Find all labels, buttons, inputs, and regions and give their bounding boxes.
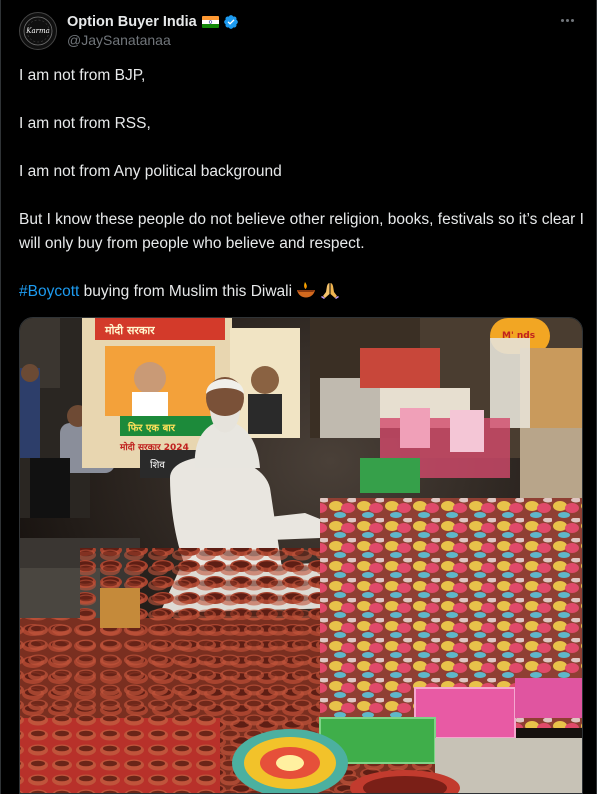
avatar-ring-icon	[23, 16, 53, 46]
tweet-header: Karma Option Buyer India @JaySanatanaa	[19, 12, 578, 52]
poster-text: शिव	[150, 459, 165, 471]
tweet-paragraph: I am not from BJP,	[19, 67, 146, 84]
author-avatar[interactable]: Karma	[19, 12, 57, 50]
folded-hands-icon	[321, 283, 340, 299]
tweet-paragraph: I am not from RSS,	[19, 115, 151, 132]
verified-badge-icon[interactable]	[223, 14, 239, 30]
diya-lamp-icon	[297, 282, 316, 298]
tweet-card: Karma Option Buyer India @JaySanatanaa I…	[0, 0, 597, 794]
author-display-name[interactable]: Option Buyer India	[67, 14, 197, 30]
diya-vendor-photo: मोदी सरकार फिर एक बार मोदी सरकार 2024 शि…	[20, 318, 582, 793]
hashtag-link[interactable]: #Boycott	[19, 283, 79, 300]
author-name-row: Option Buyer India	[67, 12, 239, 31]
tweet-last-line-text: buying from Muslim this Diwali	[79, 283, 293, 300]
author-handle[interactable]: @JaySanatanaa	[67, 32, 171, 48]
tweet-paragraph: But I know these people do not believe o…	[19, 211, 584, 252]
poster-text: फिर एक बार	[127, 421, 176, 434]
more-options-icon[interactable]	[556, 12, 578, 28]
india-flag-icon	[201, 15, 219, 28]
tweet-paragraph: I am not from Any political background	[19, 163, 282, 180]
tweet-last-line: #Boycott buying from Muslim this Diwali	[19, 280, 584, 304]
tweet-text: I am not from BJP, I am not from RSS, I …	[19, 64, 584, 328]
poster-text: मोदी सरकार	[104, 323, 155, 337]
tweet-photo[interactable]: मोदी सरकार फिर एक बार मोदी सरकार 2024 शि…	[19, 317, 583, 794]
